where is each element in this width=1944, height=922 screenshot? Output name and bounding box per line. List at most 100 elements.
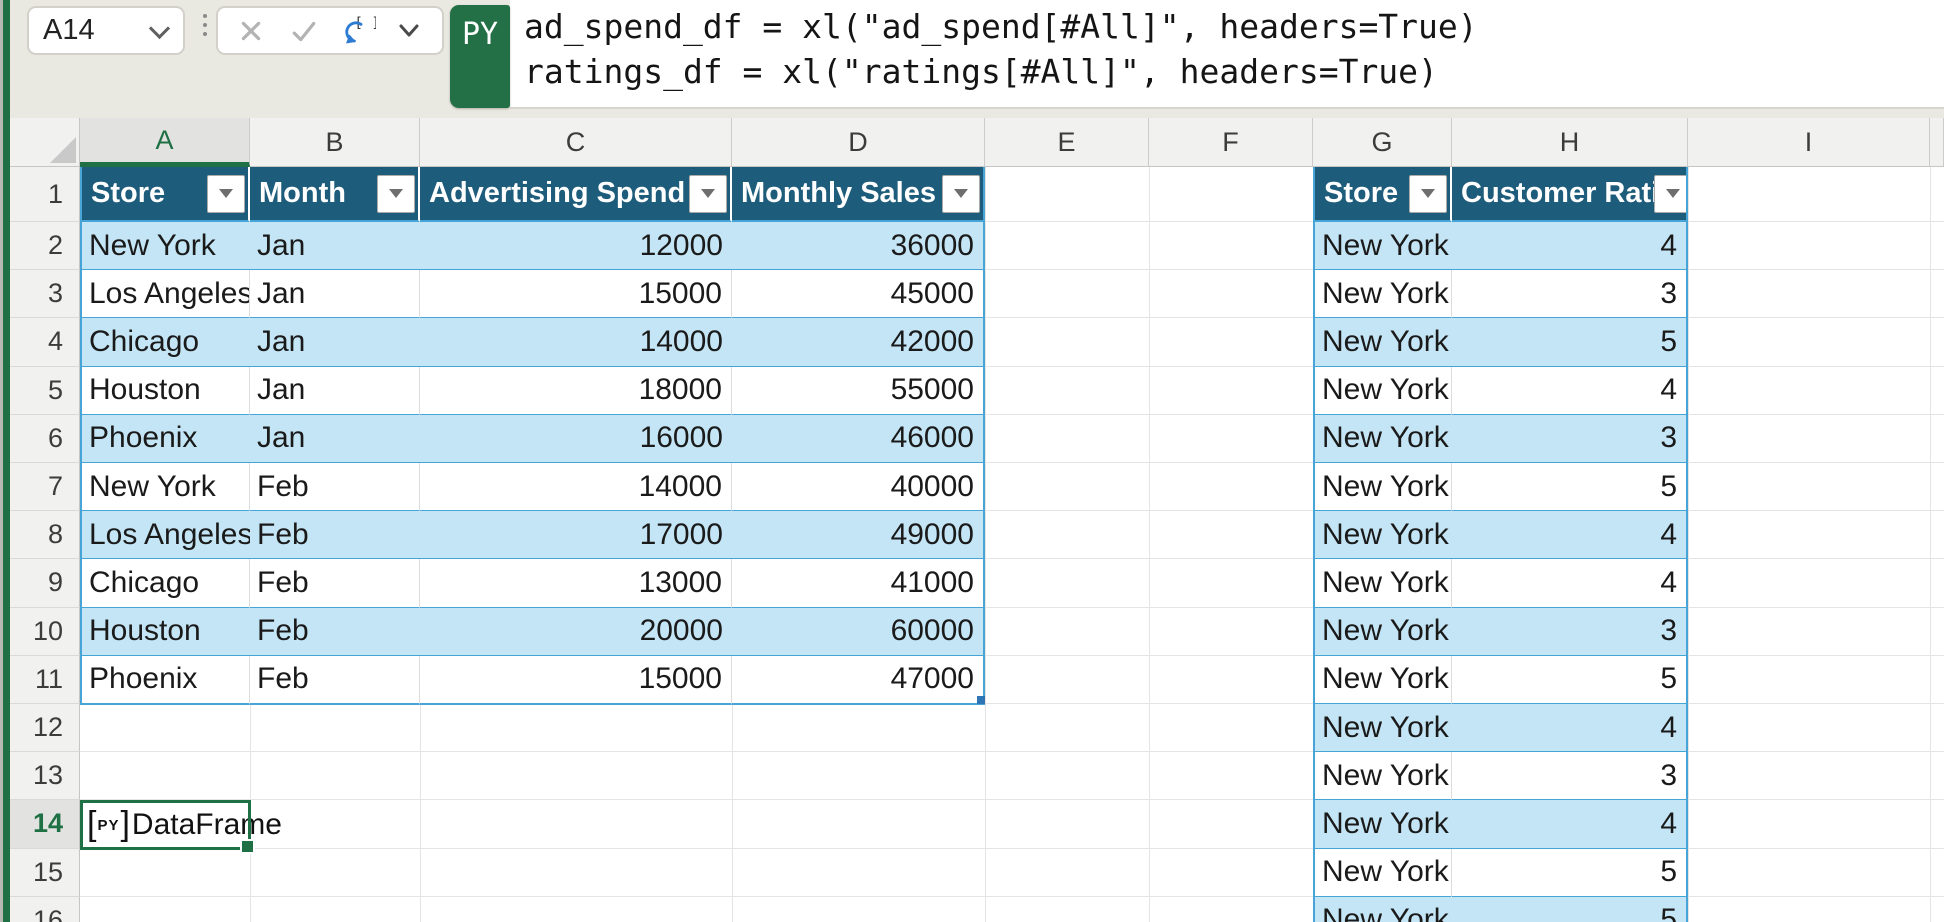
- cell-G6[interactable]: New York: [1313, 415, 1452, 464]
- cancel-button[interactable]: [231, 11, 271, 51]
- row-header-10[interactable]: 10: [10, 608, 80, 656]
- cell-H16[interactable]: 5: [1452, 897, 1688, 922]
- column-header-G[interactable]: G: [1313, 118, 1452, 167]
- cell-H4[interactable]: 5: [1452, 318, 1688, 367]
- filter-button[interactable]: [207, 175, 245, 213]
- row-header-6[interactable]: 6: [10, 415, 80, 463]
- row-header-8[interactable]: 8: [10, 511, 80, 559]
- cell-G14[interactable]: New York: [1313, 800, 1452, 849]
- cell-B5[interactable]: Jan: [250, 367, 420, 416]
- cell-H15[interactable]: 5: [1452, 849, 1688, 898]
- row-header-14[interactable]: 14: [10, 800, 80, 848]
- cell-G9[interactable]: New York: [1313, 559, 1452, 608]
- cell-D9[interactable]: 41000: [732, 559, 985, 608]
- cell-G11[interactable]: New York: [1313, 656, 1452, 705]
- cell-G13[interactable]: New York: [1313, 752, 1452, 801]
- cell-B2[interactable]: Jan: [250, 222, 420, 271]
- cell-H7[interactable]: 5: [1452, 463, 1688, 512]
- formula-more-button[interactable]: [389, 11, 429, 51]
- cell-B10[interactable]: Feb: [250, 608, 420, 657]
- cell-G5[interactable]: New York: [1313, 367, 1452, 416]
- cell-G15[interactable]: New York: [1313, 849, 1452, 898]
- cell-H10[interactable]: 3: [1452, 608, 1688, 657]
- cell-A2[interactable]: New York: [80, 222, 250, 271]
- cell-H5[interactable]: 4: [1452, 367, 1688, 416]
- cell-C7[interactable]: 14000: [420, 463, 732, 512]
- cell-A7[interactable]: New York: [80, 463, 250, 512]
- cell-C2[interactable]: 12000: [420, 222, 732, 271]
- cell-D5[interactable]: 55000: [732, 367, 985, 416]
- row-header-16[interactable]: 16: [10, 897, 80, 922]
- cell-B9[interactable]: Feb: [250, 559, 420, 608]
- insert-python-button[interactable]: [ ]: [336, 11, 376, 51]
- cell-B7[interactable]: Feb: [250, 463, 420, 512]
- cell-H3[interactable]: 3: [1452, 270, 1688, 319]
- cell-D3[interactable]: 45000: [732, 270, 985, 319]
- cell-D11[interactable]: 47000: [732, 656, 985, 705]
- row-header-9[interactable]: 9: [10, 559, 80, 607]
- cell-G16[interactable]: New York: [1313, 897, 1452, 922]
- column-header-A[interactable]: A: [80, 118, 250, 167]
- cell-H14[interactable]: 4: [1452, 800, 1688, 849]
- cell-H9[interactable]: 4: [1452, 559, 1688, 608]
- cell-G2[interactable]: New York: [1313, 222, 1452, 271]
- cell-B4[interactable]: Jan: [250, 318, 420, 367]
- cell-H11[interactable]: 5: [1452, 656, 1688, 705]
- cell-D8[interactable]: 49000: [732, 511, 985, 560]
- cell-B11[interactable]: Feb: [250, 656, 420, 705]
- select-all-corner[interactable]: [10, 118, 80, 167]
- cell-H13[interactable]: 3: [1452, 752, 1688, 801]
- cell-H8[interactable]: 4: [1452, 511, 1688, 560]
- row-header-4[interactable]: 4: [10, 318, 80, 366]
- name-box[interactable]: A14: [27, 6, 185, 55]
- column-header-B[interactable]: B: [250, 118, 420, 167]
- cell-A6[interactable]: Phoenix: [80, 415, 250, 464]
- formula-code[interactable]: ad_spend_df = xl("ad_spend[#All]", heade…: [524, 4, 1478, 94]
- filter-button[interactable]: [1654, 175, 1688, 213]
- cell-G12[interactable]: New York: [1313, 704, 1452, 753]
- cell-G4[interactable]: New York: [1313, 318, 1452, 367]
- cell-A5[interactable]: Houston: [80, 367, 250, 416]
- column-header-C[interactable]: C: [420, 118, 732, 167]
- cell-C6[interactable]: 16000: [420, 415, 732, 464]
- cell-G7[interactable]: New York: [1313, 463, 1452, 512]
- cell-A8[interactable]: Los Angeles: [80, 511, 250, 560]
- chevron-down-icon[interactable]: [149, 17, 170, 38]
- row-header-11[interactable]: 11: [10, 656, 80, 704]
- cell-G3[interactable]: New York: [1313, 270, 1452, 319]
- cell-C4[interactable]: 14000: [420, 318, 732, 367]
- fill-handle[interactable]: [240, 839, 255, 854]
- cell-C10[interactable]: 20000: [420, 608, 732, 657]
- cell-H2[interactable]: 4: [1452, 222, 1688, 271]
- filter-button[interactable]: [942, 175, 980, 213]
- column-header-I[interactable]: I: [1688, 118, 1930, 167]
- cell-G10[interactable]: New York: [1313, 608, 1452, 657]
- cell-G8[interactable]: New York: [1313, 511, 1452, 560]
- column-header-E[interactable]: E: [985, 118, 1149, 167]
- cell-B3[interactable]: Jan: [250, 270, 420, 319]
- cell-A3[interactable]: Los Angeles: [80, 270, 250, 319]
- cell-B8[interactable]: Feb: [250, 511, 420, 560]
- filter-button[interactable]: [377, 175, 415, 213]
- cell-A4[interactable]: Chicago: [80, 318, 250, 367]
- filter-button[interactable]: [1409, 175, 1447, 213]
- cell-D10[interactable]: 60000: [732, 608, 985, 657]
- enter-button[interactable]: [284, 11, 324, 51]
- cell-B6[interactable]: Jan: [250, 415, 420, 464]
- row-header-2[interactable]: 2: [10, 222, 80, 270]
- row-header-15[interactable]: 15: [10, 849, 80, 897]
- cell-H12[interactable]: 4: [1452, 704, 1688, 753]
- column-header-H[interactable]: H: [1452, 118, 1688, 167]
- cell-C11[interactable]: 15000: [420, 656, 732, 705]
- column-header-D[interactable]: D: [732, 118, 985, 167]
- cell-D2[interactable]: 36000: [732, 222, 985, 271]
- cell-C3[interactable]: 15000: [420, 270, 732, 319]
- cell-A9[interactable]: Chicago: [80, 559, 250, 608]
- cell-A10[interactable]: Houston: [80, 608, 250, 657]
- cell-D6[interactable]: 46000: [732, 415, 985, 464]
- row-header-13[interactable]: 13: [10, 752, 80, 800]
- column-header-partial[interactable]: [1930, 118, 1944, 167]
- drag-handle-icon[interactable]: [200, 14, 210, 36]
- filter-button[interactable]: [689, 175, 727, 213]
- column-header-F[interactable]: F: [1149, 118, 1313, 167]
